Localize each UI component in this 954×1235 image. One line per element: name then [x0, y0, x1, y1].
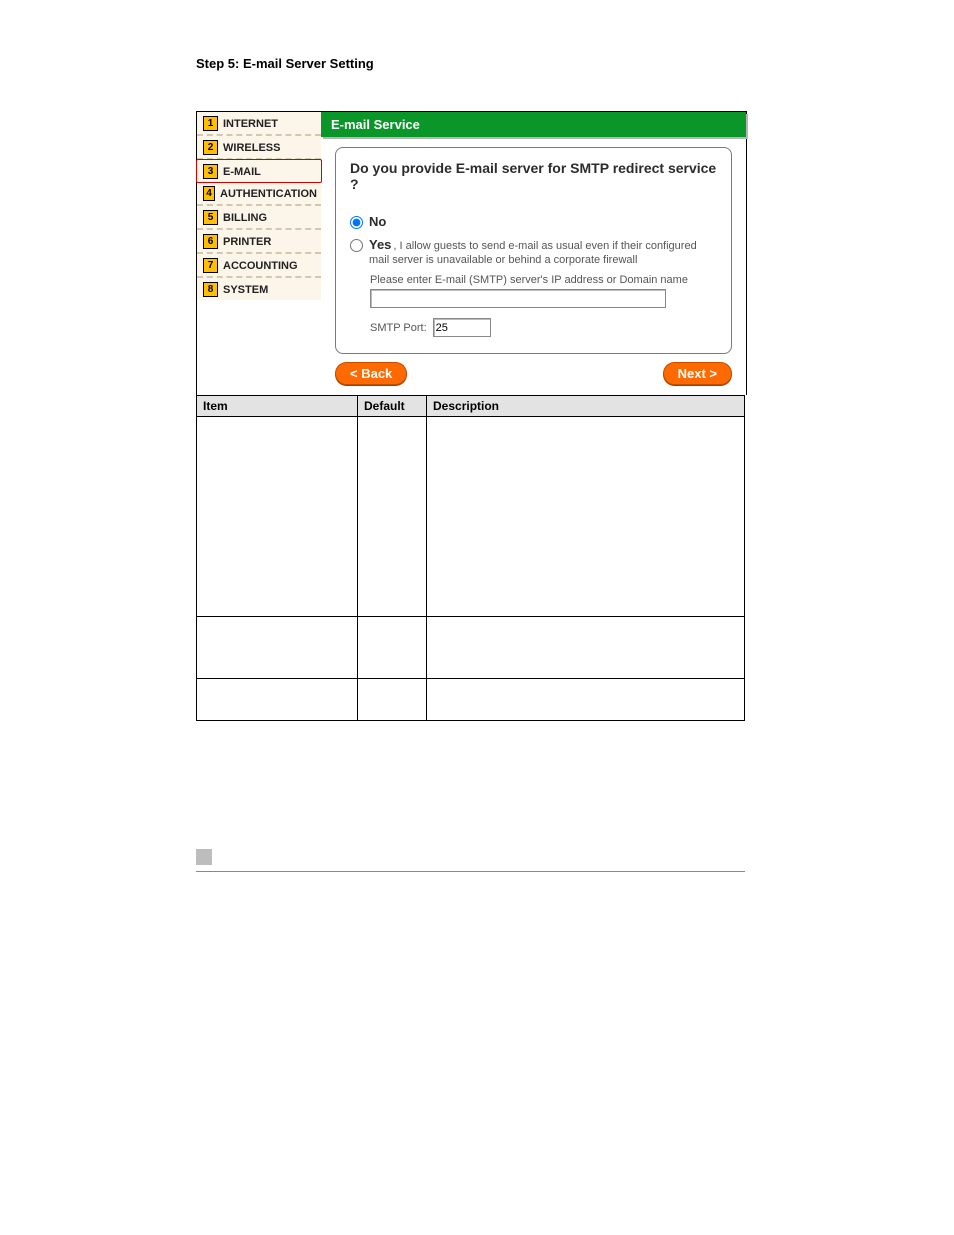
- nav-label: E-MAIL: [223, 166, 261, 178]
- page-footer: [196, 849, 746, 872]
- th-description: Description: [427, 396, 745, 417]
- nav-item-printer[interactable]: 6 PRINTER: [197, 230, 321, 254]
- next-button[interactable]: Next >: [663, 362, 732, 385]
- option-no-label: No: [369, 214, 386, 229]
- radio-no[interactable]: [350, 216, 363, 229]
- cell-item: [197, 679, 358, 721]
- cell-description: [427, 617, 745, 679]
- cell-default: [358, 617, 427, 679]
- nav-item-email[interactable]: 3 E-MAIL: [196, 159, 322, 183]
- nav-label: WIRELESS: [223, 142, 280, 154]
- option-no[interactable]: No: [350, 214, 717, 229]
- cell-description: [427, 679, 745, 721]
- email-service-panel: E-mail Service Do you provide E-mail ser…: [321, 112, 746, 395]
- nav-label: ACCOUNTING: [223, 260, 298, 272]
- option-yes[interactable]: Yes, I allow guests to send e-mail as us…: [350, 237, 717, 266]
- th-item: Item: [197, 396, 358, 417]
- nav-num: 8: [203, 282, 218, 297]
- table-row: [197, 417, 745, 617]
- nav-num: 2: [203, 140, 218, 155]
- smtp-server-input[interactable]: [370, 289, 666, 308]
- nav-num: 4: [203, 186, 215, 201]
- nav-label: INTERNET: [223, 118, 278, 130]
- step-title: Step 5: E-mail Server Setting: [196, 56, 954, 71]
- config-screenshot: 1 INTERNET 2 WIRELESS 3 E-MAIL 4 AUTHENT…: [196, 111, 747, 395]
- nav-num: 6: [203, 234, 218, 249]
- footer-divider: [196, 871, 745, 872]
- nav-item-billing[interactable]: 5 BILLING: [197, 206, 321, 230]
- radio-yes[interactable]: [350, 239, 363, 252]
- nav-num: 3: [203, 164, 218, 179]
- settings-table: Item Default Description: [196, 395, 745, 721]
- smtp-port-input[interactable]: [433, 318, 491, 337]
- nav-label: BILLING: [223, 212, 267, 224]
- cell-description: [427, 417, 745, 617]
- th-default: Default: [358, 396, 427, 417]
- wizard-nav: 1 INTERNET 2 WIRELESS 3 E-MAIL 4 AUTHENT…: [197, 112, 321, 300]
- smtp-port-label: SMTP Port:: [370, 322, 427, 334]
- page-number-box: [196, 849, 212, 865]
- table-row: [197, 679, 745, 721]
- nav-item-internet[interactable]: 1 INTERNET: [197, 112, 321, 136]
- option-yes-desc: , I allow guests to send e-mail as usual…: [369, 240, 697, 266]
- nav-num: 1: [203, 116, 218, 131]
- nav-label: SYSTEM: [223, 284, 268, 296]
- panel-question: Do you provide E-mail server for SMTP re…: [350, 160, 717, 192]
- ip-hint: Please enter E-mail (SMTP) server's IP a…: [370, 274, 717, 286]
- nav-item-wireless[interactable]: 2 WIRELESS: [197, 136, 321, 160]
- table-row: [197, 617, 745, 679]
- nav-label: AUTHENTICATION: [220, 188, 317, 200]
- nav-item-system[interactable]: 8 SYSTEM: [197, 278, 321, 300]
- nav-label: PRINTER: [223, 236, 271, 248]
- panel-heading: E-mail Service: [321, 112, 746, 137]
- cell-default: [358, 417, 427, 617]
- nav-num: 5: [203, 210, 218, 225]
- option-yes-label: Yes: [369, 237, 391, 252]
- cell-default: [358, 679, 427, 721]
- cell-item: [197, 417, 358, 617]
- back-button[interactable]: < Back: [335, 362, 407, 385]
- nav-item-accounting[interactable]: 7 ACCOUNTING: [197, 254, 321, 278]
- nav-num: 7: [203, 258, 218, 273]
- cell-item: [197, 617, 358, 679]
- nav-item-authentication[interactable]: 4 AUTHENTICATION: [197, 182, 321, 206]
